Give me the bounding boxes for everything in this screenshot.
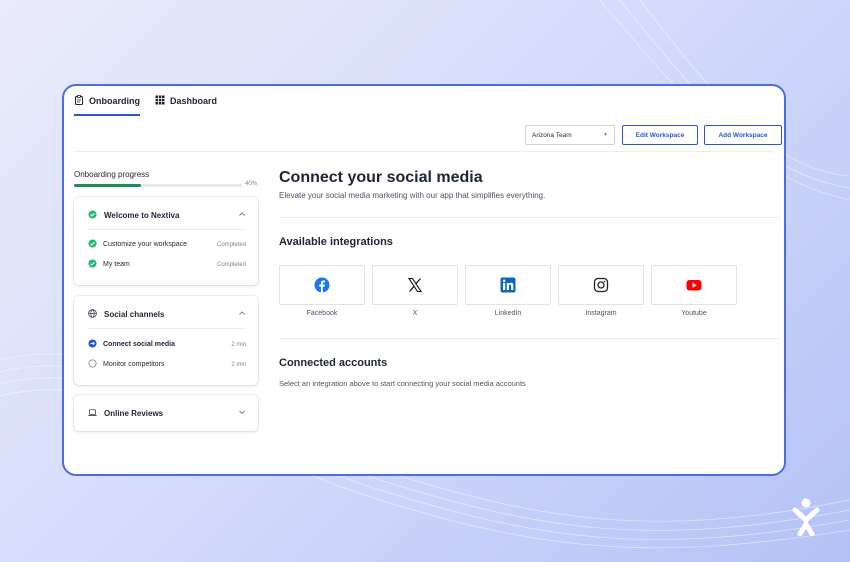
empty-circle-icon xyxy=(88,359,97,370)
check-circle-icon xyxy=(88,210,97,221)
list-item-label: My team xyxy=(103,261,130,268)
page-subtitle: Elevate your social media marketing with… xyxy=(279,191,546,200)
integration-label: X xyxy=(412,310,418,317)
list-item-label: Monitor competitors xyxy=(103,361,165,368)
list-item-status: Completed xyxy=(216,241,246,248)
progress-label: Onboarding progress xyxy=(74,170,150,179)
add-workspace-button[interactable]: Add Workspace xyxy=(704,125,782,145)
content-divider xyxy=(279,338,779,339)
tab-dashboard[interactable]: Dashboard xyxy=(155,86,217,116)
caret-down-icon: ▼ xyxy=(603,132,608,138)
progress-bar-fill xyxy=(74,184,142,187)
arrow-circle-icon xyxy=(88,339,97,350)
list-item-label: Customize your workspace xyxy=(103,241,188,248)
tab-onboarding[interactable]: Onboarding xyxy=(74,86,140,116)
globe-icon xyxy=(88,309,97,320)
connected-accounts-title: Connected accounts xyxy=(279,357,388,369)
clipboard-icon xyxy=(74,95,84,107)
list-item-label: Connect social media xyxy=(103,341,175,348)
edit-workspace-button[interactable]: Edit Workspace xyxy=(622,125,698,145)
list-item[interactable]: Customize your workspace Completed xyxy=(88,239,246,250)
workspace-select-value: Arizona Team xyxy=(532,131,572,139)
facebook-icon xyxy=(314,277,330,293)
integration-linkedin[interactable] xyxy=(465,265,551,305)
section-welcome: Welcome to Nextiva Customize your worksp… xyxy=(74,197,258,285)
section-title: Online Reviews xyxy=(104,409,164,418)
linkedin-icon xyxy=(500,277,516,293)
chevron-down-icon[interactable] xyxy=(238,408,246,416)
list-item[interactable]: My team Completed xyxy=(88,259,246,270)
section-title: Social channels xyxy=(104,310,165,319)
workspace-select[interactable]: Arizona Team ▼ xyxy=(525,125,615,145)
card-divider xyxy=(88,229,246,230)
list-item[interactable]: Monitor competitors 2 min xyxy=(88,359,246,370)
instagram-icon xyxy=(593,277,609,293)
connected-accounts-subtitle: Select an integration above to start con… xyxy=(279,379,526,388)
section-welcome-header[interactable]: Welcome to Nextiva xyxy=(88,210,179,221)
tab-onboarding-label: Onboarding xyxy=(89,96,140,106)
content-divider xyxy=(279,217,779,218)
section-title: Welcome to Nextiva xyxy=(104,211,180,220)
section-social-channels: Social channels Connect social media 2 m… xyxy=(74,296,258,385)
laptop-icon xyxy=(88,408,97,419)
integration-facebook[interactable] xyxy=(279,265,365,305)
integration-label: LinkedIn xyxy=(494,310,522,317)
section-online-reviews[interactable]: Online Reviews xyxy=(74,395,258,431)
list-item-status: Completed xyxy=(216,261,246,268)
grid-icon xyxy=(155,95,165,107)
integration-label: Youtube xyxy=(681,310,707,317)
list-item-duration: 2 min xyxy=(231,361,246,368)
tab-dashboard-label: Dashboard xyxy=(170,96,218,106)
section-reviews-header[interactable]: Online Reviews xyxy=(88,408,163,419)
progress-percent: 40% xyxy=(245,181,258,187)
x-icon xyxy=(407,277,423,293)
list-item-duration: 2 min xyxy=(231,341,246,348)
progress-bar xyxy=(74,184,242,187)
check-circle-icon xyxy=(88,239,97,250)
integrations-title: Available integrations xyxy=(279,236,393,248)
integration-label: Instagram xyxy=(585,310,617,317)
section-social-header[interactable]: Social channels xyxy=(88,309,164,320)
header-divider xyxy=(74,151,774,152)
integration-youtube[interactable] xyxy=(651,265,737,305)
app-window: Onboarding Dashboard Arizona Team ▼ Edit… xyxy=(62,84,786,476)
nextiva-logo-icon xyxy=(792,498,820,536)
integration-instagram[interactable] xyxy=(558,265,644,305)
check-circle-icon xyxy=(88,259,97,270)
integration-x[interactable] xyxy=(372,265,458,305)
youtube-icon xyxy=(686,280,702,291)
card-divider xyxy=(88,328,246,329)
chevron-up-icon[interactable] xyxy=(238,309,246,317)
chevron-up-icon[interactable] xyxy=(238,210,246,218)
list-item-current[interactable]: Connect social media 2 min xyxy=(88,339,246,350)
integration-label: Facebook xyxy=(306,310,338,317)
page-title: Connect your social media xyxy=(279,169,483,186)
